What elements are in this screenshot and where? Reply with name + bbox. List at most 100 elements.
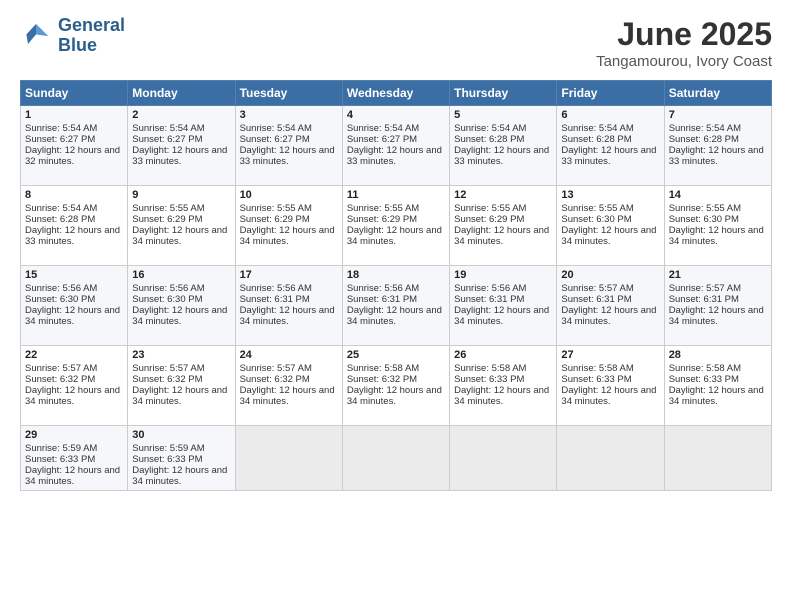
daylight-label-4: Daylight: 12 hours and 33 minutes. bbox=[347, 145, 442, 167]
day-number-30: 30 bbox=[132, 429, 230, 441]
day-number-29: 29 bbox=[25, 429, 123, 441]
col-saturday: Saturday bbox=[664, 81, 771, 106]
day-number-24: 24 bbox=[240, 349, 338, 361]
day-number-19: 19 bbox=[454, 269, 552, 281]
day-number-14: 14 bbox=[669, 189, 767, 201]
sunrise-14: Sunrise: 5:55 AM bbox=[669, 203, 741, 214]
day-cell-14: 14 Sunrise: 5:55 AM Sunset: 6:30 PM Dayl… bbox=[664, 186, 771, 266]
day-number-20: 20 bbox=[561, 269, 659, 281]
sunrise-20: Sunrise: 5:57 AM bbox=[561, 283, 633, 294]
day-cell-6: 6 Sunrise: 5:54 AM Sunset: 6:28 PM Dayli… bbox=[557, 106, 664, 186]
sunset-26: Sunset: 6:33 PM bbox=[454, 374, 524, 385]
sunrise-15: Sunrise: 5:56 AM bbox=[25, 283, 97, 294]
day-cell-21: 21 Sunrise: 5:57 AM Sunset: 6:31 PM Dayl… bbox=[664, 266, 771, 346]
col-wednesday: Wednesday bbox=[342, 81, 449, 106]
day-number-16: 16 bbox=[132, 269, 230, 281]
page: General Blue June 2025 Tangamourou, Ivor… bbox=[0, 0, 792, 612]
day-number-4: 4 bbox=[347, 109, 445, 121]
day-cell-18: 18 Sunrise: 5:56 AM Sunset: 6:31 PM Dayl… bbox=[342, 266, 449, 346]
day-cell-1: 1 Sunrise: 5:54 AM Sunset: 6:27 PM Dayli… bbox=[21, 106, 128, 186]
day-cell-27: 27 Sunrise: 5:58 AM Sunset: 6:33 PM Dayl… bbox=[557, 346, 664, 426]
day-cell-28: 28 Sunrise: 5:58 AM Sunset: 6:33 PM Dayl… bbox=[664, 346, 771, 426]
col-tuesday: Tuesday bbox=[235, 81, 342, 106]
empty-cell bbox=[450, 426, 557, 491]
calendar: Sunday Monday Tuesday Wednesday Thursday… bbox=[20, 80, 772, 491]
sunrise-18: Sunrise: 5:56 AM bbox=[347, 283, 419, 294]
daylight-label-18: Daylight: 12 hours and 34 minutes. bbox=[347, 305, 442, 327]
sunrise-11: Sunrise: 5:55 AM bbox=[347, 203, 419, 214]
sunset-18: Sunset: 6:31 PM bbox=[347, 294, 417, 305]
sunset-9: Sunset: 6:29 PM bbox=[132, 214, 202, 225]
day-number-10: 10 bbox=[240, 189, 338, 201]
sunrise-8: Sunrise: 5:54 AM bbox=[25, 203, 97, 214]
day-number-23: 23 bbox=[132, 349, 230, 361]
daylight-label-13: Daylight: 12 hours and 34 minutes. bbox=[561, 225, 656, 247]
sunrise-5: Sunrise: 5:54 AM bbox=[454, 123, 526, 134]
logo-text: General Blue bbox=[58, 16, 125, 56]
day-cell-30: 30 Sunrise: 5:59 AM Sunset: 6:33 PM Dayl… bbox=[128, 426, 235, 491]
col-sunday: Sunday bbox=[21, 81, 128, 106]
sunset-6: Sunset: 6:28 PM bbox=[561, 134, 631, 145]
week-row-4: 22 Sunrise: 5:57 AM Sunset: 6:32 PM Dayl… bbox=[21, 346, 772, 426]
calendar-header-row: Sunday Monday Tuesday Wednesday Thursday… bbox=[21, 81, 772, 106]
sunrise-10: Sunrise: 5:55 AM bbox=[240, 203, 312, 214]
sunset-15: Sunset: 6:30 PM bbox=[25, 294, 95, 305]
sunset-17: Sunset: 6:31 PM bbox=[240, 294, 310, 305]
daylight-label-17: Daylight: 12 hours and 34 minutes. bbox=[240, 305, 335, 327]
day-cell-3: 3 Sunrise: 5:54 AM Sunset: 6:27 PM Dayli… bbox=[235, 106, 342, 186]
day-cell-7: 7 Sunrise: 5:54 AM Sunset: 6:28 PM Dayli… bbox=[664, 106, 771, 186]
sunrise-30: Sunrise: 5:59 AM bbox=[132, 443, 204, 454]
daylight-label-8: Daylight: 12 hours and 33 minutes. bbox=[25, 225, 120, 247]
sunset-27: Sunset: 6:33 PM bbox=[561, 374, 631, 385]
day-cell-22: 22 Sunrise: 5:57 AM Sunset: 6:32 PM Dayl… bbox=[21, 346, 128, 426]
sunset-30: Sunset: 6:33 PM bbox=[132, 454, 202, 465]
day-cell-9: 9 Sunrise: 5:55 AM Sunset: 6:29 PM Dayli… bbox=[128, 186, 235, 266]
sunrise-13: Sunrise: 5:55 AM bbox=[561, 203, 633, 214]
sunrise-22: Sunrise: 5:57 AM bbox=[25, 363, 97, 374]
sunset-23: Sunset: 6:32 PM bbox=[132, 374, 202, 385]
daylight-label-20: Daylight: 12 hours and 34 minutes. bbox=[561, 305, 656, 327]
sunset-2: Sunset: 6:27 PM bbox=[132, 134, 202, 145]
day-number-15: 15 bbox=[25, 269, 123, 281]
day-number-17: 17 bbox=[240, 269, 338, 281]
day-number-13: 13 bbox=[561, 189, 659, 201]
daylight-label-24: Daylight: 12 hours and 34 minutes. bbox=[240, 385, 335, 407]
sunrise-6: Sunrise: 5:54 AM bbox=[561, 123, 633, 134]
main-title: June 2025 bbox=[596, 16, 772, 53]
day-number-28: 28 bbox=[669, 349, 767, 361]
daylight-label-30: Daylight: 12 hours and 34 minutes. bbox=[132, 465, 227, 487]
day-number-21: 21 bbox=[669, 269, 767, 281]
sunset-10: Sunset: 6:29 PM bbox=[240, 214, 310, 225]
sunset-7: Sunset: 6:28 PM bbox=[669, 134, 739, 145]
day-number-8: 8 bbox=[25, 189, 123, 201]
sunrise-4: Sunrise: 5:54 AM bbox=[347, 123, 419, 134]
sunrise-26: Sunrise: 5:58 AM bbox=[454, 363, 526, 374]
empty-cell bbox=[557, 426, 664, 491]
daylight-label-6: Daylight: 12 hours and 33 minutes. bbox=[561, 145, 656, 167]
day-number-1: 1 bbox=[25, 109, 123, 121]
day-cell-20: 20 Sunrise: 5:57 AM Sunset: 6:31 PM Dayl… bbox=[557, 266, 664, 346]
daylight-label-12: Daylight: 12 hours and 34 minutes. bbox=[454, 225, 549, 247]
daylight-label-2: Daylight: 12 hours and 33 minutes. bbox=[132, 145, 227, 167]
day-number-2: 2 bbox=[132, 109, 230, 121]
sunset-5: Sunset: 6:28 PM bbox=[454, 134, 524, 145]
sunset-1: Sunset: 6:27 PM bbox=[25, 134, 95, 145]
daylight-label-16: Daylight: 12 hours and 34 minutes. bbox=[132, 305, 227, 327]
day-cell-19: 19 Sunrise: 5:56 AM Sunset: 6:31 PM Dayl… bbox=[450, 266, 557, 346]
day-number-6: 6 bbox=[561, 109, 659, 121]
day-number-12: 12 bbox=[454, 189, 552, 201]
sunset-22: Sunset: 6:32 PM bbox=[25, 374, 95, 385]
sunrise-12: Sunrise: 5:55 AM bbox=[454, 203, 526, 214]
day-cell-25: 25 Sunrise: 5:58 AM Sunset: 6:32 PM Dayl… bbox=[342, 346, 449, 426]
day-number-9: 9 bbox=[132, 189, 230, 201]
daylight-label-25: Daylight: 12 hours and 34 minutes. bbox=[347, 385, 442, 407]
sunset-24: Sunset: 6:32 PM bbox=[240, 374, 310, 385]
daylight-label-28: Daylight: 12 hours and 34 minutes. bbox=[669, 385, 764, 407]
sunset-13: Sunset: 6:30 PM bbox=[561, 214, 631, 225]
daylight-label-22: Daylight: 12 hours and 34 minutes. bbox=[25, 385, 120, 407]
daylight-label-27: Daylight: 12 hours and 34 minutes. bbox=[561, 385, 656, 407]
daylight-label-5: Daylight: 12 hours and 33 minutes. bbox=[454, 145, 549, 167]
sunset-20: Sunset: 6:31 PM bbox=[561, 294, 631, 305]
day-cell-17: 17 Sunrise: 5:56 AM Sunset: 6:31 PM Dayl… bbox=[235, 266, 342, 346]
day-number-18: 18 bbox=[347, 269, 445, 281]
